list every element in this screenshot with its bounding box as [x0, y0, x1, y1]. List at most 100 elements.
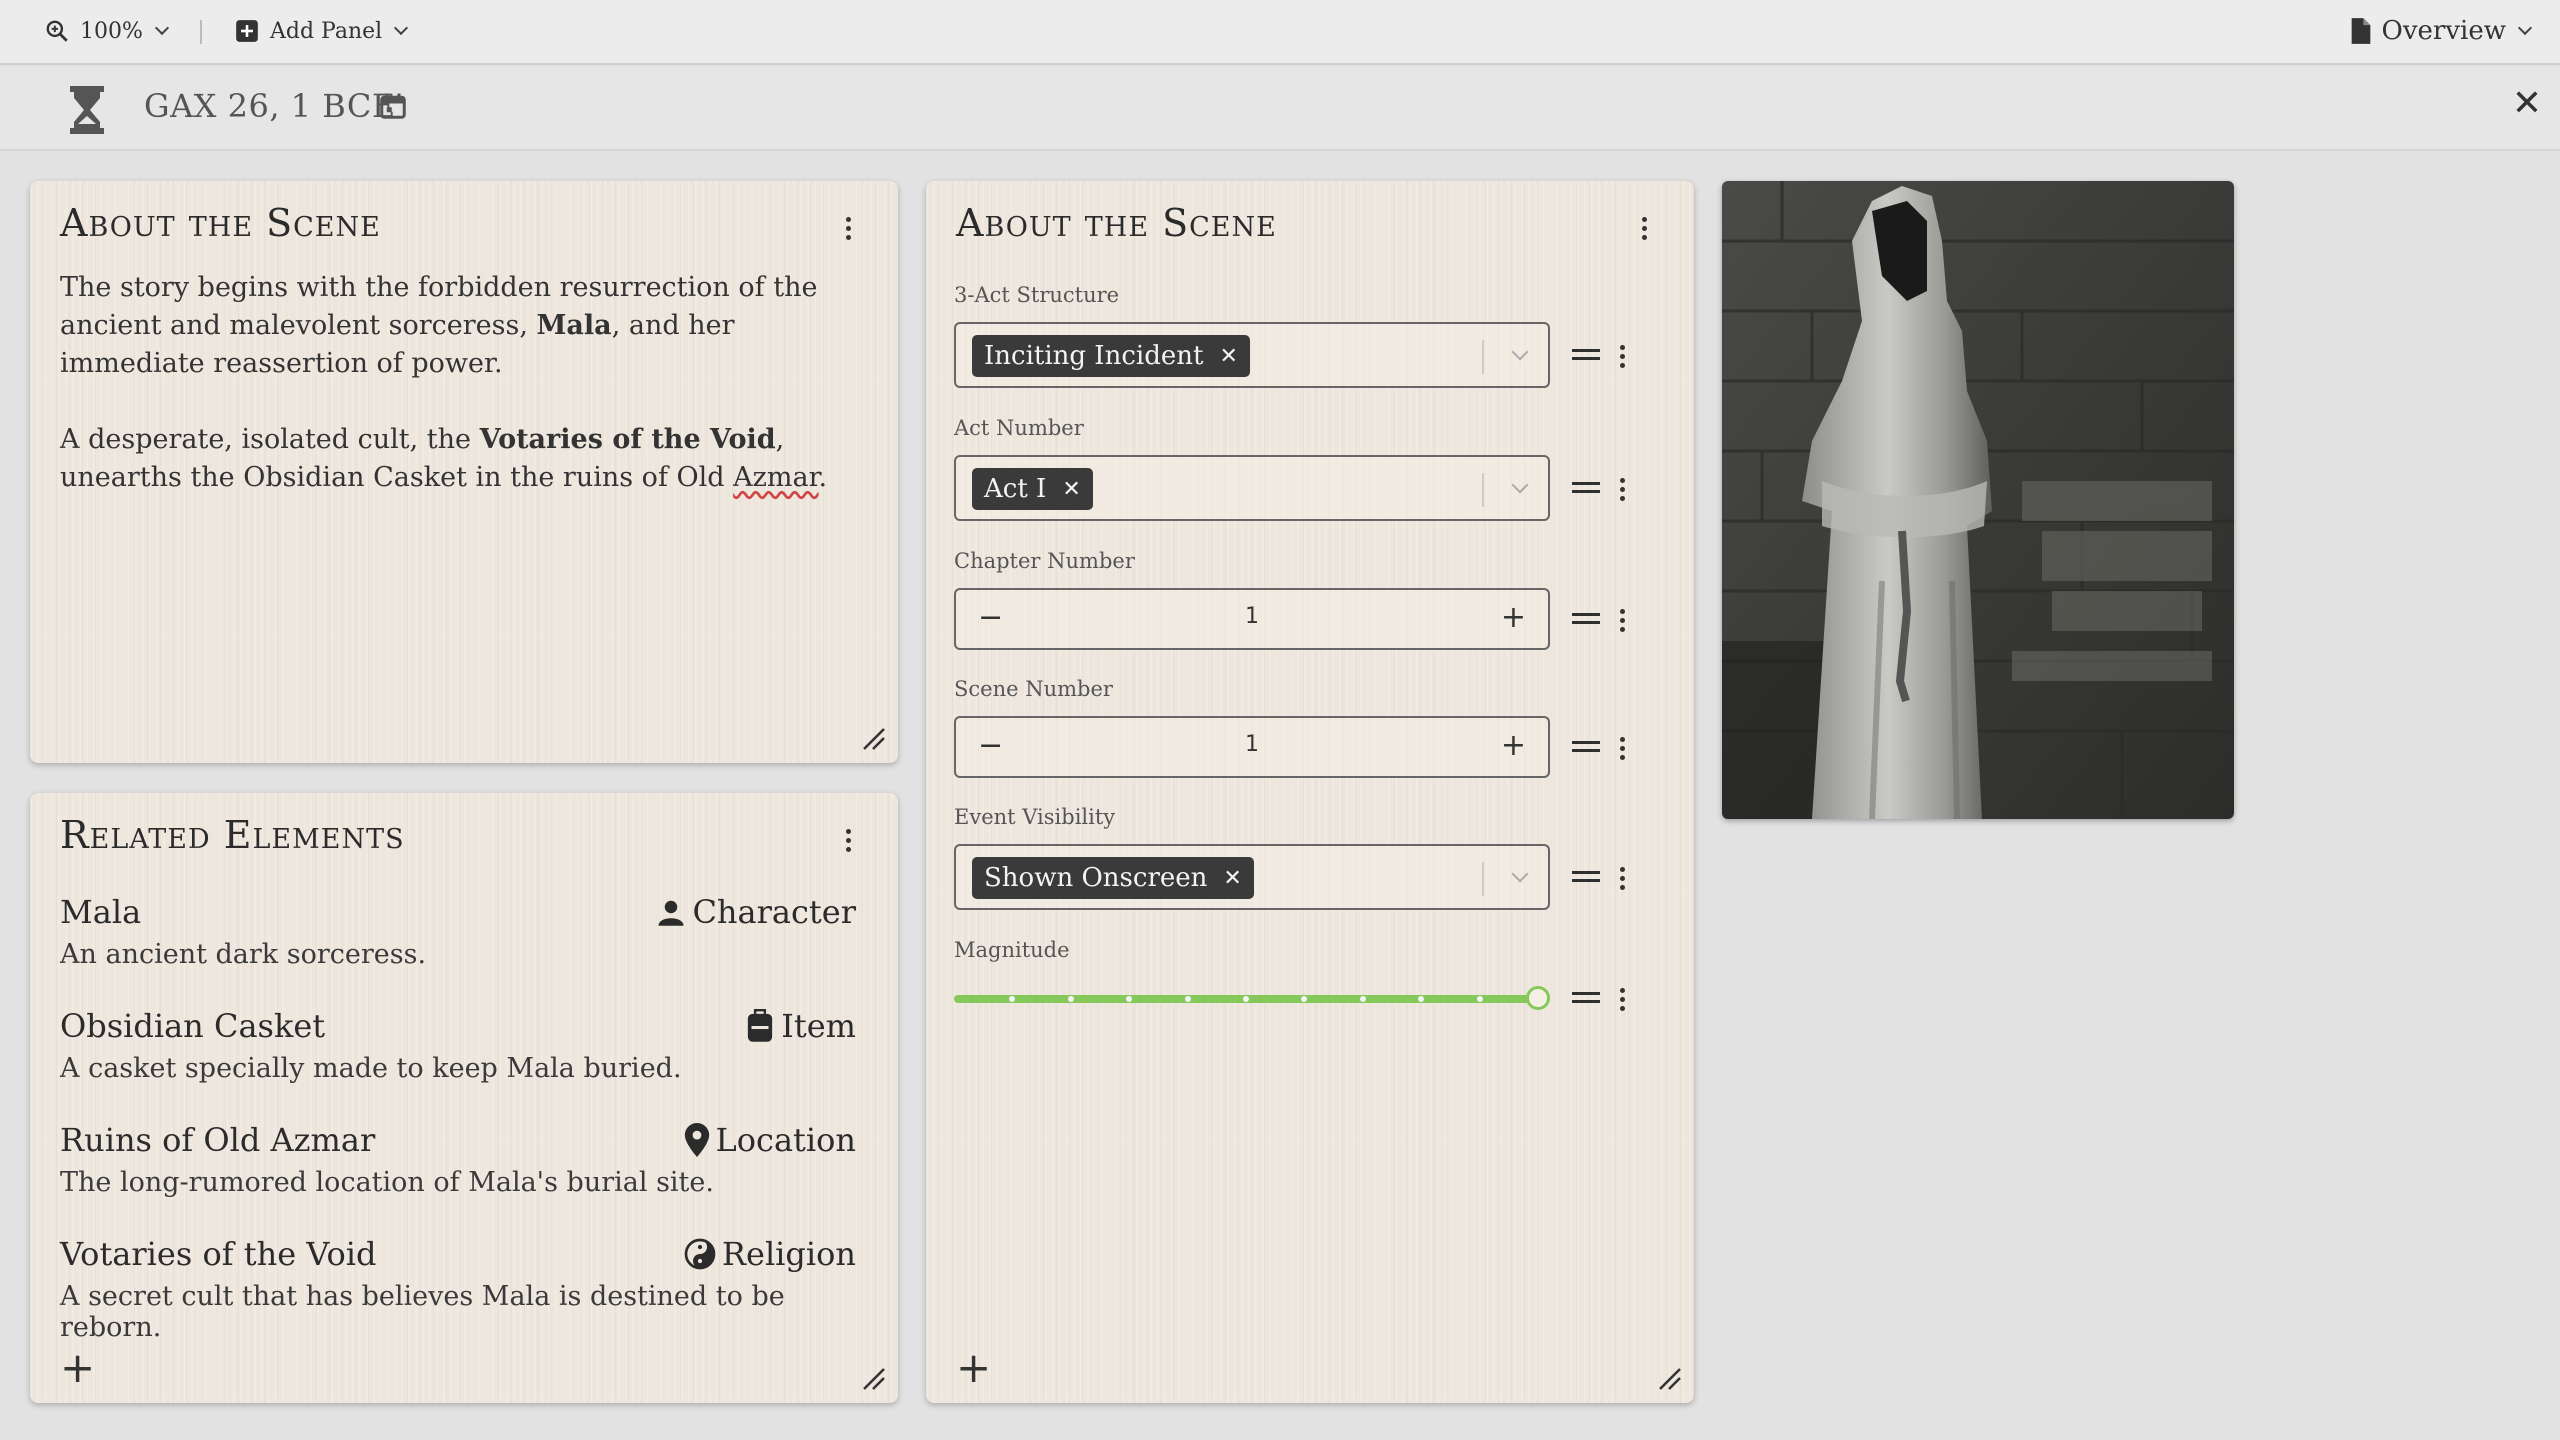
- calendar-icon[interactable]: [378, 91, 408, 121]
- mention-mala[interactable]: Mala: [537, 310, 612, 341]
- remove-chip-icon[interactable]: ✕: [1223, 866, 1241, 891]
- selected-chip: Act I ✕: [972, 468, 1093, 510]
- panel-menu-icon[interactable]: [1634, 213, 1654, 243]
- increment-button[interactable]: +: [1501, 600, 1526, 635]
- map-pin-icon: [684, 1123, 709, 1157]
- act-number-select[interactable]: Act I ✕: [954, 455, 1550, 521]
- list-item[interactable]: Ruins of Old Azmar Location The long-rum…: [60, 1121, 856, 1235]
- mention-votaries[interactable]: Votaries of the Void: [480, 424, 776, 455]
- date-bar: GAX 26, 1 BCE ✕: [0, 67, 2560, 151]
- field-menu-icon[interactable]: [1612, 863, 1632, 893]
- field-label: Magnitude: [954, 938, 1070, 962]
- select-divider: [1482, 862, 1484, 896]
- field-label: Scene Number: [954, 677, 1113, 701]
- about-scene-fields-panel: About the Scene 3-Act Structure Inciting…: [926, 181, 1694, 1403]
- hourglass-icon[interactable]: [68, 86, 106, 134]
- event-visibility-select[interactable]: Shown Onscreen ✕: [954, 844, 1550, 910]
- field-menu-icon[interactable]: [1612, 605, 1632, 635]
- select-divider: [1482, 340, 1484, 374]
- drag-handle-icon[interactable]: [1572, 992, 1600, 1006]
- field-menu-icon[interactable]: [1612, 474, 1632, 504]
- element-name: Ruins of Old Azmar: [60, 1121, 376, 1159]
- field-label: Event Visibility: [954, 805, 1116, 829]
- drag-handle-icon[interactable]: [1572, 871, 1600, 885]
- drag-handle-icon[interactable]: [1572, 349, 1600, 363]
- list-item[interactable]: Obsidian Casket Item A casket specially …: [60, 1007, 856, 1121]
- element-type: Religion: [684, 1235, 856, 1273]
- act-structure-select[interactable]: Inciting Incident ✕: [954, 322, 1550, 388]
- select-divider: [1482, 473, 1484, 507]
- add-panel-button[interactable]: Add Panel: [234, 18, 409, 44]
- element-name: Votaries of the Void: [60, 1235, 377, 1273]
- drag-handle-icon[interactable]: [1572, 613, 1600, 627]
- stepper-value[interactable]: 1: [956, 732, 1548, 757]
- person-icon: [658, 900, 684, 926]
- field-menu-icon[interactable]: [1612, 733, 1632, 763]
- zoom-value: 100%: [80, 18, 143, 44]
- overview-label: Overview: [2381, 16, 2506, 46]
- scene-image[interactable]: [1722, 181, 2234, 819]
- element-description: A secret cult that has believes Mala is …: [60, 1281, 785, 1343]
- overview-dropdown[interactable]: Overview: [2350, 16, 2533, 46]
- panel-menu-icon[interactable]: [838, 213, 858, 243]
- slider-tick: [1184, 996, 1191, 1002]
- related-elements-panel: Related Elements Mala Character An ancie…: [30, 793, 898, 1403]
- spellcheck-word[interactable]: Azmar: [733, 462, 818, 493]
- about-scene-text-panel: About the Scene The story begins with th…: [30, 181, 898, 763]
- resize-handle-icon[interactable]: [860, 1365, 888, 1393]
- selected-chip: Shown Onscreen ✕: [972, 857, 1254, 899]
- add-square-icon: [236, 20, 258, 42]
- panel-title: About the Scene: [60, 201, 381, 245]
- add-related-element-button[interactable]: +: [60, 1347, 95, 1389]
- element-description: The long-rumored location of Mala's buri…: [60, 1167, 714, 1198]
- panel-title: Related Elements: [60, 813, 405, 857]
- zoom-dropdown[interactable]: 100%: [44, 18, 169, 44]
- field-menu-icon[interactable]: [1612, 341, 1632, 371]
- add-panel-label: Add Panel: [270, 18, 383, 44]
- field-label: Act Number: [954, 416, 1084, 440]
- resize-handle-icon[interactable]: [1656, 1365, 1684, 1393]
- list-item[interactable]: Mala Character An ancient dark sorceress…: [60, 893, 856, 1007]
- yin-yang-icon: [684, 1238, 716, 1270]
- element-description: A casket specially made to keep Mala bur…: [60, 1053, 682, 1084]
- description-paragraph: The story begins with the forbidden resu…: [60, 272, 818, 379]
- scene-number-stepper[interactable]: − 1 +: [954, 716, 1550, 778]
- zoom-icon: [46, 20, 68, 42]
- date-text[interactable]: GAX 26, 1 BCE: [144, 87, 396, 125]
- slider-thumb[interactable]: [1526, 986, 1550, 1010]
- element-name: Obsidian Casket: [60, 1007, 326, 1045]
- close-icon[interactable]: ✕: [2512, 83, 2542, 124]
- field-label: 3-Act Structure: [954, 283, 1120, 307]
- remove-chip-icon[interactable]: ✕: [1062, 477, 1080, 502]
- element-description: An ancient dark sorceress.: [60, 939, 427, 970]
- drag-handle-icon[interactable]: [1572, 741, 1600, 755]
- chevron-down-icon: [394, 20, 409, 36]
- resize-handle-icon[interactable]: [860, 725, 888, 753]
- element-type: Item: [745, 1007, 856, 1045]
- slider-tick: [1243, 996, 1249, 1002]
- stepper-value[interactable]: 1: [956, 604, 1548, 629]
- toolbar-divider: [200, 20, 202, 44]
- field-menu-icon[interactable]: [1612, 984, 1632, 1014]
- slider-tick: [1476, 996, 1483, 1002]
- chapter-number-stepper[interactable]: − 1 +: [954, 588, 1550, 650]
- top-toolbar: 100% Add Panel Overview: [0, 0, 2560, 65]
- slider-tick: [1359, 996, 1366, 1002]
- element-name: Mala: [60, 893, 142, 931]
- description-paragraph: A desperate, isolated cult, the Votaries…: [60, 424, 828, 493]
- list-item[interactable]: Votaries of the Void Religion A secret c…: [60, 1235, 856, 1349]
- magnitude-slider[interactable]: [954, 986, 1550, 1010]
- chevron-down-icon[interactable]: [1511, 865, 1529, 883]
- chevron-down-icon[interactable]: [1511, 476, 1529, 494]
- remove-chip-icon[interactable]: ✕: [1219, 344, 1237, 369]
- increment-button[interactable]: +: [1501, 728, 1526, 763]
- scene-description[interactable]: The story begins with the forbidden resu…: [60, 269, 880, 497]
- related-elements-list: Mala Character An ancient dark sorceress…: [60, 893, 856, 1349]
- element-type: Location: [684, 1121, 856, 1159]
- document-icon: [2351, 18, 2370, 44]
- panel-menu-icon[interactable]: [838, 825, 858, 855]
- drag-handle-icon[interactable]: [1572, 482, 1600, 496]
- chevron-down-icon[interactable]: [1511, 343, 1529, 361]
- element-type: Character: [656, 893, 856, 931]
- add-field-button[interactable]: +: [956, 1347, 991, 1389]
